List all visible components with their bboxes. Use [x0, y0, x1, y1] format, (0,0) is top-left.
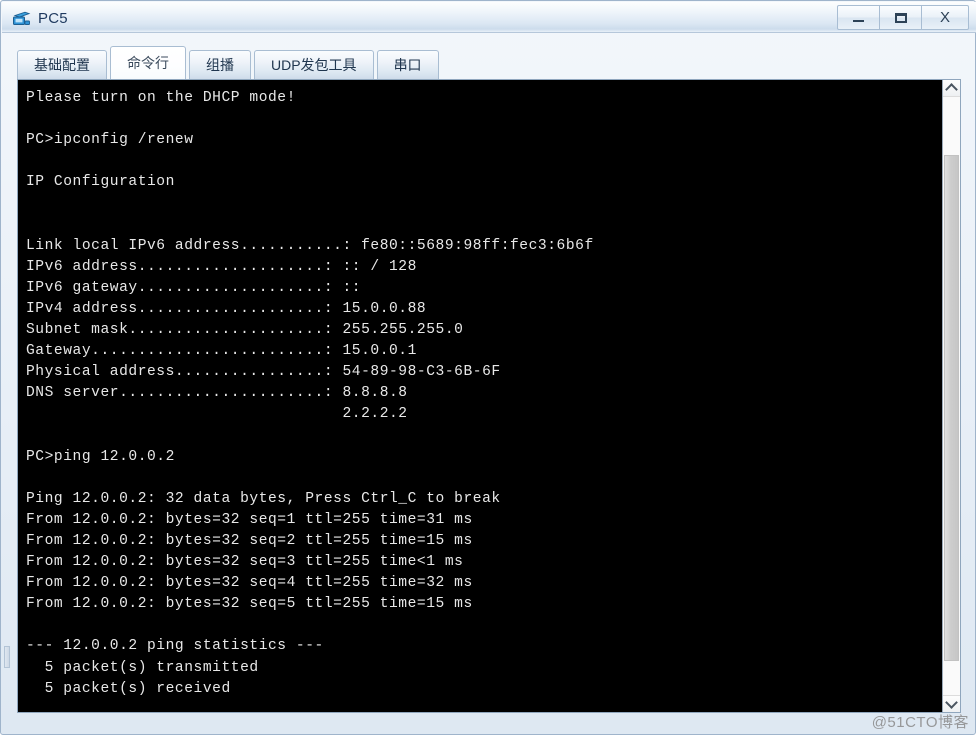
terminal-line: From 12.0.0.2: bytes=32 seq=4 ttl=255 ti…: [26, 575, 473, 592]
terminal-line: PC>ping 12.0.0.2: [26, 448, 175, 465]
terminal-line: DNS server......................: 8.8.8.…: [26, 385, 408, 402]
scrollbar-track[interactable]: [943, 97, 960, 695]
terminal-output[interactable]: Please turn on the DHCP mode! PC>ipconfi…: [18, 80, 942, 712]
terminal-line: Ping 12.0.0.2: 32 data bytes, Press Ctrl…: [26, 490, 501, 507]
terminal-panel: Please turn on the DHCP mode! PC>ipconfi…: [17, 79, 961, 713]
terminal-line: From 12.0.0.2: bytes=32 seq=2 ttl=255 ti…: [26, 532, 473, 549]
tab-label: UDP发包工具: [271, 57, 357, 73]
terminal-line: 2.2.2.2: [26, 406, 408, 423]
minimize-icon: [853, 19, 864, 22]
tab-basic-config[interactable]: 基础配置: [17, 50, 107, 79]
terminal-line: 5 packet(s) received: [26, 680, 231, 697]
pc5-window: PC5 X 基础配置 命令行 组播 UDP发包工具 串口 Please turn…: [0, 0, 976, 735]
terminal-line: Gateway.........................: 15.0.0…: [26, 343, 417, 360]
terminal-line: Please turn on the DHCP mode!: [26, 90, 296, 106]
device-pc-icon: [12, 9, 31, 28]
terminal-line: From 12.0.0.2: bytes=32 seq=1 ttl=255 ti…: [26, 511, 473, 528]
terminal-line: 5 packet(s) transmitted: [26, 659, 259, 676]
terminal-vertical-scrollbar[interactable]: [942, 80, 960, 712]
tab-multicast[interactable]: 组播: [189, 50, 251, 79]
tab-label: 组播: [206, 57, 234, 73]
maximize-icon: [894, 12, 907, 23]
minimize-button[interactable]: [837, 5, 880, 30]
terminal-line: From 12.0.0.2: bytes=32 seq=5 ttl=255 ti…: [26, 596, 473, 613]
terminal-line: Link local IPv6 address...........: fe80…: [26, 237, 594, 254]
maximize-button[interactable]: [879, 5, 922, 30]
title-bar: PC5 X: [2, 2, 976, 33]
scroll-down-button[interactable]: [943, 695, 960, 712]
terminal-line: IPv6 gateway....................: ::: [26, 279, 362, 296]
terminal-line: Subnet mask.....................: 255.25…: [26, 322, 464, 339]
scroll-up-icon: [945, 83, 958, 96]
window-resize-handle[interactable]: [4, 646, 10, 668]
scroll-up-button[interactable]: [943, 80, 960, 97]
terminal-line: IPv4 address....................: 15.0.0…: [26, 300, 427, 317]
scroll-down-icon: [945, 696, 958, 709]
tab-command-line[interactable]: 命令行: [110, 46, 186, 79]
title-bar-left: PC5: [12, 6, 68, 30]
window-controls: X: [837, 5, 969, 30]
tab-label: 命令行: [127, 55, 169, 71]
terminal-line: Physical address................: 54-89-…: [26, 364, 501, 381]
tab-udp-tool[interactable]: UDP发包工具: [254, 50, 374, 79]
terminal-line: IPv6 address....................: :: / 1…: [26, 258, 417, 275]
tab-serial-port[interactable]: 串口: [376, 50, 439, 79]
terminal-line: --- 12.0.0.2 ping statistics ---: [26, 638, 324, 655]
tab-label: 串口: [393, 57, 422, 73]
terminal-line: PC>ipconfig /renew: [26, 132, 194, 149]
close-button[interactable]: X: [921, 5, 969, 30]
tab-label: 基础配置: [34, 57, 90, 73]
window-title: PC5: [38, 9, 68, 27]
scrollbar-thumb[interactable]: [944, 155, 959, 661]
terminal-line: From 12.0.0.2: bytes=32 seq=3 ttl=255 ti…: [26, 554, 464, 571]
terminal-line: IP Configuration: [26, 174, 175, 191]
tab-strip: 基础配置 命令行 组播 UDP发包工具 串口: [17, 46, 961, 79]
close-icon: X: [939, 9, 950, 26]
watermark: @51CTO博客: [871, 714, 969, 731]
